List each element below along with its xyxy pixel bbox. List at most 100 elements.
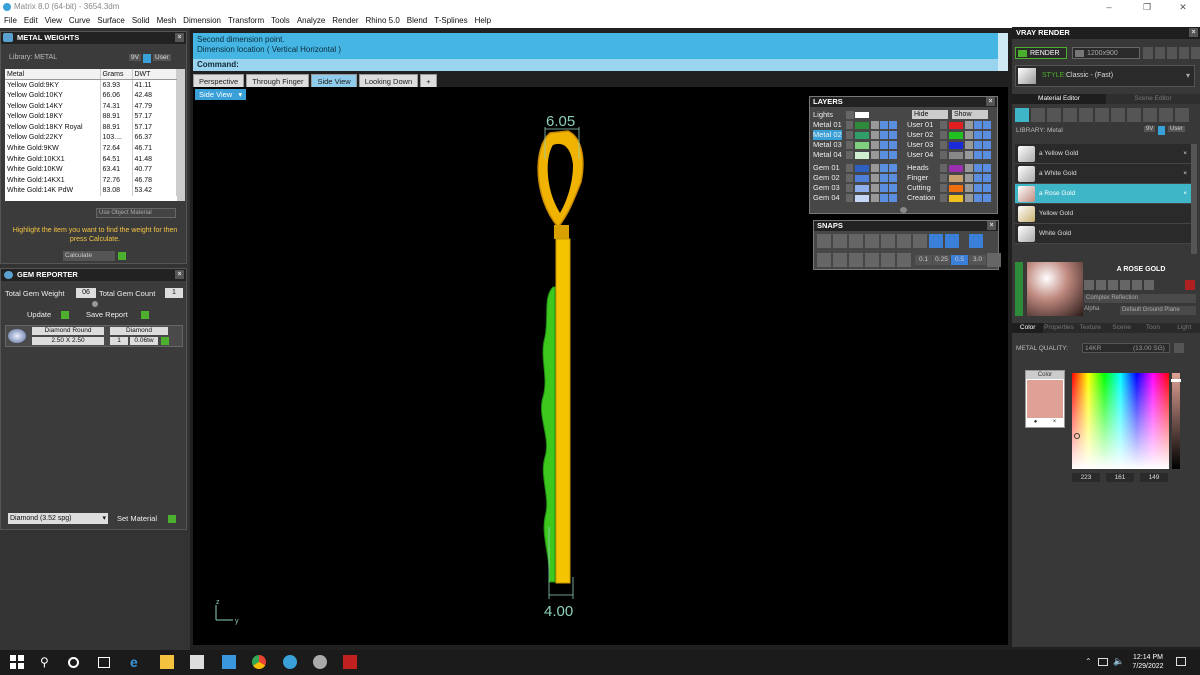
close-icon[interactable]: × xyxy=(175,270,184,279)
table-row[interactable]: White Gold:9KW 72.64 46.71 xyxy=(5,143,177,154)
tab-light[interactable]: Light xyxy=(1169,323,1200,333)
menu-transform[interactable]: Transform xyxy=(228,14,264,28)
layer-color-swatch[interactable] xyxy=(949,184,963,192)
render-button[interactable]: RENDER xyxy=(1015,47,1067,59)
layer-label[interactable]: User 02 xyxy=(907,130,933,140)
pattern-icon[interactable] xyxy=(1095,108,1109,122)
select-icon[interactable] xyxy=(983,121,991,129)
arrow-icon[interactable] xyxy=(846,174,853,182)
select-icon[interactable] xyxy=(983,184,991,192)
lock-icon[interactable] xyxy=(965,151,973,159)
notification-icon[interactable] xyxy=(1176,657,1186,666)
column-header-grams[interactable]: Grams xyxy=(100,69,133,81)
bulb-icon[interactable] xyxy=(1175,108,1189,122)
tab-toon[interactable]: Toon xyxy=(1137,323,1168,333)
menu-render[interactable]: Render xyxy=(332,14,358,28)
table-row[interactable]: Yellow Gold:10KY 66.06 42.48 xyxy=(5,90,177,101)
layer-color-swatch[interactable] xyxy=(855,164,869,172)
table-row[interactable]: White Gold:10KW 63.41 40.77 xyxy=(5,164,177,175)
select-icon[interactable] xyxy=(889,131,897,139)
visibility-icon[interactable] xyxy=(974,151,982,159)
layer-label[interactable]: Metal 01 xyxy=(813,120,842,130)
search-icon[interactable]: ⚲ xyxy=(40,655,54,669)
cortana-icon[interactable] xyxy=(68,657,79,668)
arrow-icon[interactable] xyxy=(940,194,947,202)
matrix-app-icon[interactable] xyxy=(283,655,297,669)
metal-icon[interactable] xyxy=(1047,108,1061,122)
lock-icon[interactable] xyxy=(871,174,879,182)
lock-icon[interactable] xyxy=(871,151,879,159)
arrow-icon[interactable] xyxy=(940,184,947,192)
layer-color-swatch[interactable] xyxy=(949,164,963,172)
center-snap-icon[interactable] xyxy=(897,234,911,248)
layer-color-swatch[interactable] xyxy=(949,194,963,202)
select-icon[interactable] xyxy=(889,194,897,202)
material-expand-icon[interactable] xyxy=(1015,262,1023,316)
volume-icon[interactable]: 🔈 xyxy=(1113,656,1124,667)
lock-icon[interactable] xyxy=(965,164,973,172)
table-row[interactable]: Yellow Gold:18KY 88.91 57.17 xyxy=(5,111,177,122)
arrow-icon[interactable] xyxy=(940,174,947,182)
select-icon[interactable] xyxy=(983,151,991,159)
gear-icon[interactable] xyxy=(1179,47,1189,59)
calculate-button[interactable]: Calculate xyxy=(63,251,115,261)
copy-icon[interactable] xyxy=(1144,280,1154,290)
grid-snap-icon[interactable] xyxy=(817,234,831,248)
select-icon[interactable] xyxy=(983,164,991,172)
frame-icon[interactable] xyxy=(1167,47,1177,59)
arrow-icon[interactable] xyxy=(940,164,947,172)
visibility-icon[interactable] xyxy=(880,151,888,159)
visibility-icon[interactable] xyxy=(974,131,982,139)
close-icon[interactable]: × xyxy=(1189,28,1198,37)
close-icon[interactable]: × xyxy=(987,221,996,230)
network-icon[interactable] xyxy=(1098,658,1108,666)
layer-label[interactable]: Metal 03 xyxy=(813,140,842,150)
menu-rhino[interactable]: Rhino 5.0 xyxy=(366,14,400,28)
lock-icon[interactable] xyxy=(871,184,879,192)
surface-snap-icon[interactable] xyxy=(833,253,847,267)
minimize-icon[interactable]: – xyxy=(1096,0,1122,14)
use-object-material-dropdown[interactable]: Use Object Material xyxy=(96,208,176,218)
material-item-selected[interactable]: a Rose Gold × xyxy=(1015,184,1191,204)
layer-color-swatch[interactable] xyxy=(855,151,869,159)
play-icon[interactable] xyxy=(118,252,126,260)
close-icon[interactable]: × xyxy=(986,97,995,106)
visibility-icon[interactable] xyxy=(880,141,888,149)
lock-icon[interactable] xyxy=(965,174,973,182)
gem-play-icon[interactable] xyxy=(161,337,169,345)
ground-plane-select[interactable]: Default Ground Plane xyxy=(1120,306,1196,315)
paint-icon[interactable] xyxy=(1159,108,1173,122)
table-row[interactable]: Yellow Gold:9KY 63.93 41.11 xyxy=(5,79,177,91)
select-icon[interactable] xyxy=(983,141,991,149)
menu-tsplines[interactable]: T-Splines xyxy=(434,14,467,28)
diamond-icon[interactable] xyxy=(1015,108,1029,122)
gem-list-item[interactable]: Diamond Round Diamond 2.50 X 2.50 1 0.06… xyxy=(5,325,183,347)
select-icon[interactable] xyxy=(983,131,991,139)
tab-color[interactable]: Color xyxy=(1012,323,1044,333)
tab-scene[interactable]: Scene xyxy=(1106,323,1137,333)
arrow-icon[interactable] xyxy=(846,164,853,172)
close-icon[interactable]: × xyxy=(175,33,184,42)
info-icon[interactable] xyxy=(143,54,151,63)
menu-blend[interactable]: Blend xyxy=(407,14,427,28)
command-input[interactable]: Command: xyxy=(193,59,1008,71)
save-report-button[interactable] xyxy=(141,311,149,319)
arrow-icon[interactable] xyxy=(846,111,854,119)
color-picker-cursor[interactable] xyxy=(1074,433,1080,439)
layer-label[interactable]: Finger xyxy=(907,173,928,183)
menu-surface[interactable]: Surface xyxy=(97,14,125,28)
file-explorer-icon[interactable] xyxy=(160,655,174,669)
layer-color-swatch[interactable] xyxy=(855,184,869,192)
menu-curve[interactable]: Curve xyxy=(69,14,90,28)
lock-icon[interactable] xyxy=(871,164,879,172)
arrow-icon[interactable] xyxy=(940,151,947,159)
edge-icon[interactable]: e xyxy=(130,655,144,669)
rhino-icon[interactable] xyxy=(313,655,327,669)
layer-color-swatch[interactable] xyxy=(855,194,869,202)
layer-label[interactable]: Metal 02 xyxy=(813,130,842,140)
update-button[interactable] xyxy=(61,311,69,319)
complex-reflection-select[interactable]: Complex Reflection xyxy=(1084,294,1196,303)
line-snap-icon[interactable] xyxy=(849,253,863,267)
visibility-icon[interactable] xyxy=(974,174,982,182)
select-icon[interactable] xyxy=(889,141,897,149)
